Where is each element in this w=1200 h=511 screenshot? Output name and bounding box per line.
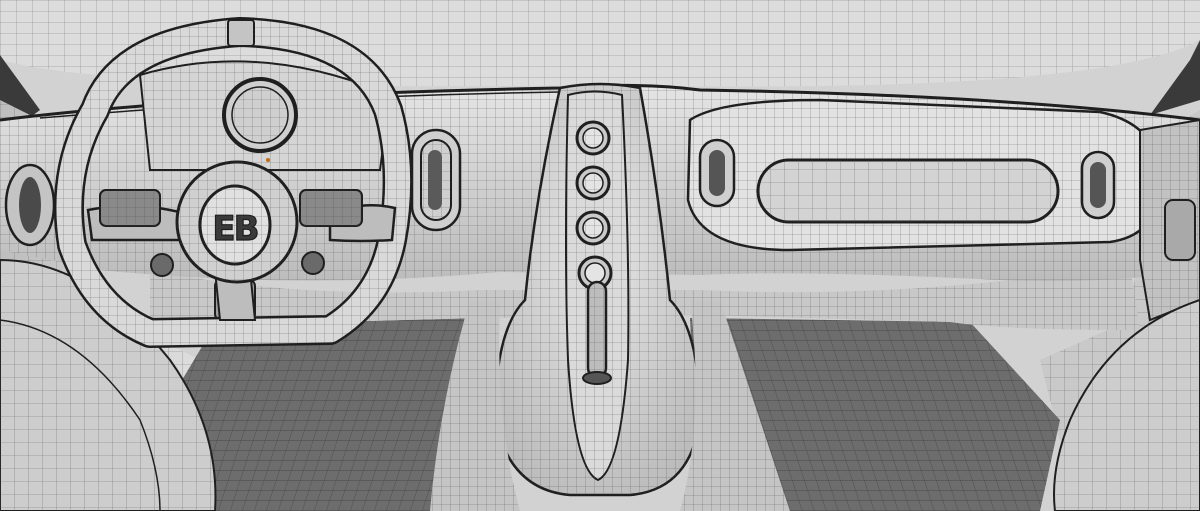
console-knob-3[interactable] — [575, 210, 611, 246]
door-handle[interactable] — [1164, 199, 1196, 261]
vent-driver-center[interactable] — [410, 128, 462, 232]
wheel-top-marker — [227, 19, 255, 47]
right-door-trim — [1139, 118, 1200, 322]
indicator-dot — [266, 158, 270, 162]
right-thumb-dial[interactable] — [301, 251, 325, 275]
vent-passenger-right[interactable] — [1080, 150, 1116, 220]
console-knob-2[interactable] — [575, 165, 611, 201]
vent-left-outer[interactable] — [4, 163, 56, 247]
console-knob-1[interactable] — [575, 120, 611, 156]
vent-passenger-left[interactable] — [698, 138, 736, 208]
gear-lever[interactable] — [582, 280, 612, 385]
left-thumb-dial[interactable] — [150, 253, 174, 277]
hub-badge-text: EB — [212, 209, 257, 249]
wireframe-car-interior: EB — [0, 0, 1200, 511]
